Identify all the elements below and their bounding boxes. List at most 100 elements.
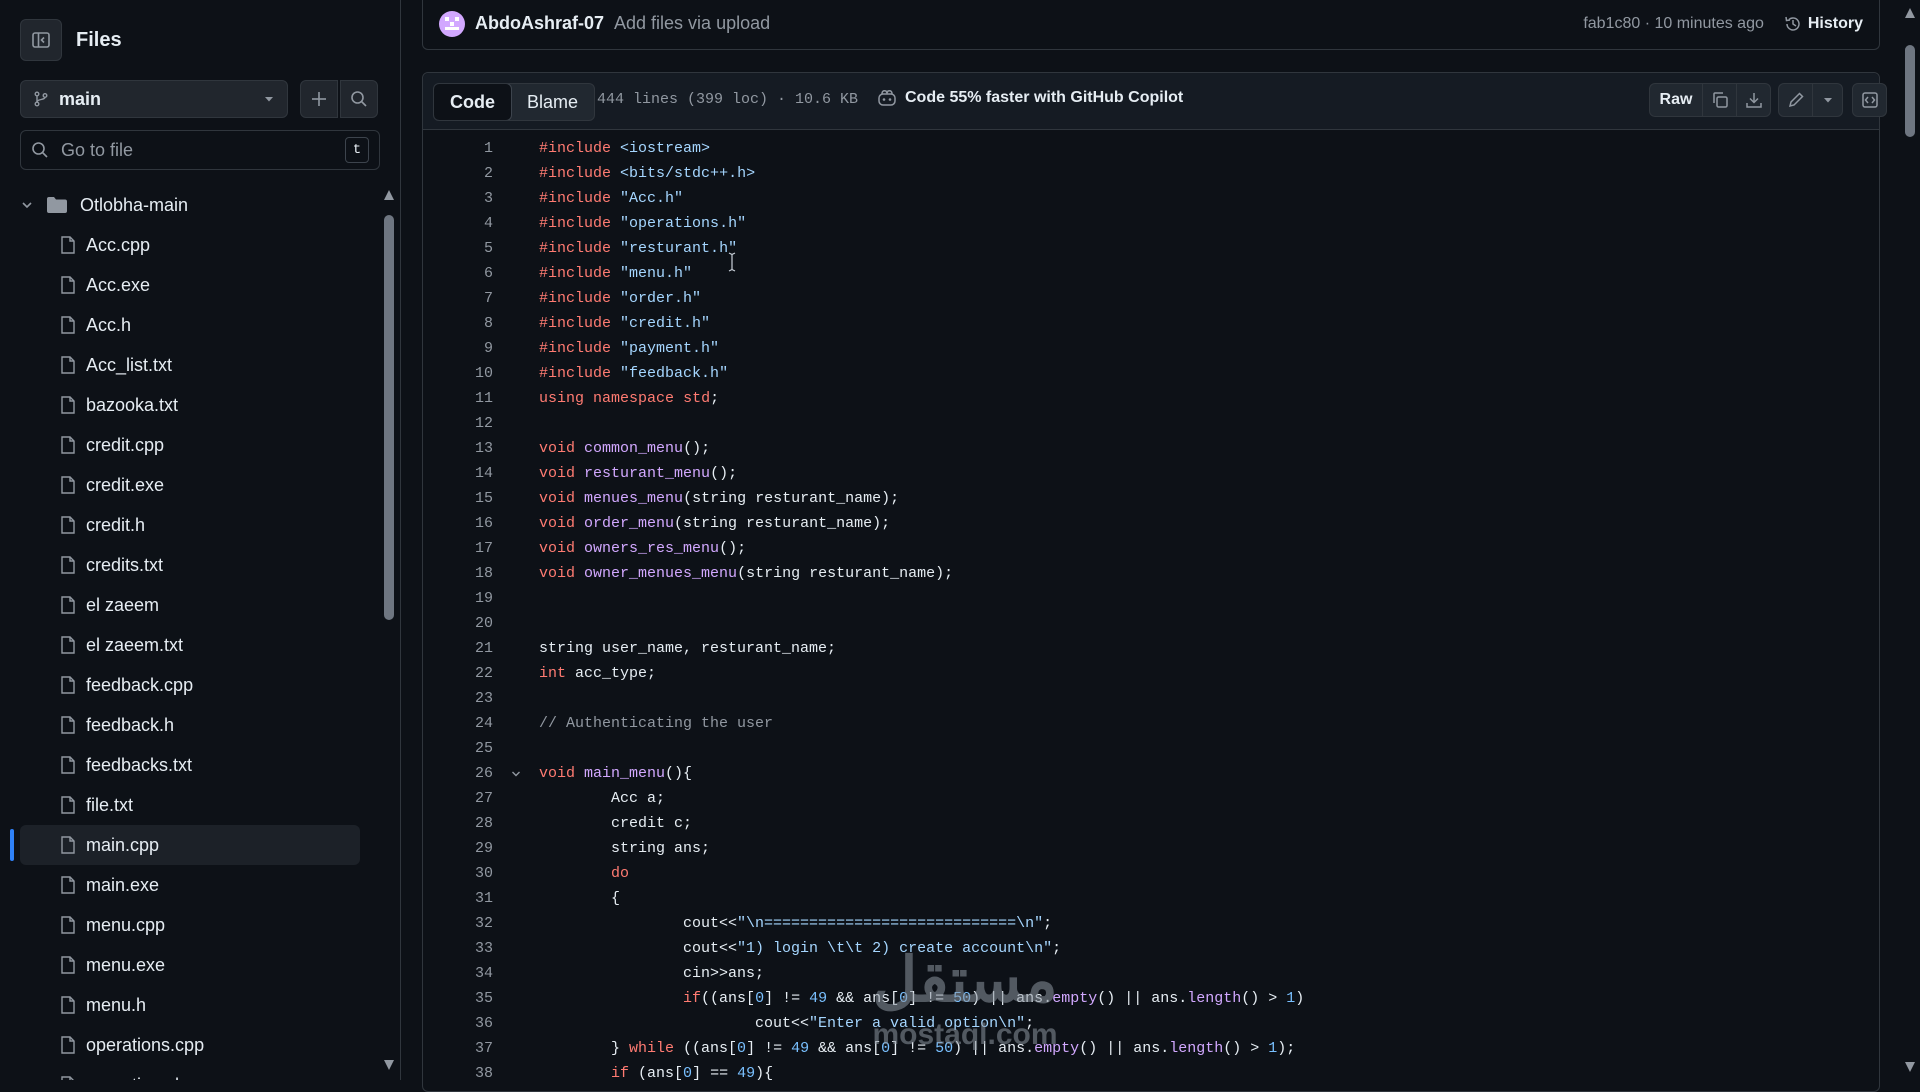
line-number[interactable]: 5 <box>423 240 493 257</box>
code-line[interactable]: 18 void owner_menues_menu(string resturan… <box>423 561 1879 586</box>
line-number[interactable]: 26 <box>423 765 493 782</box>
line-number[interactable]: 18 <box>423 565 493 582</box>
code-line[interactable]: 27 Acc a; <box>423 786 1879 811</box>
line-number[interactable]: 28 <box>423 815 493 832</box>
line-number[interactable]: 35 <box>423 990 493 1007</box>
code-line[interactable]: 36 cout<<"Enter a valid option\n"; <box>423 1011 1879 1036</box>
go-to-file-box[interactable]: t <box>20 130 380 170</box>
code-line[interactable]: 11 using namespace std; <box>423 386 1879 411</box>
commit-message[interactable]: Add files via upload <box>614 13 770 34</box>
tree-file-item[interactable]: menu.h <box>20 985 360 1025</box>
code-line[interactable]: 26 void main_menu(){ <box>423 761 1879 786</box>
line-number[interactable]: 2 <box>423 165 493 182</box>
code-line[interactable]: 38 if (ans[0] == 49){ <box>423 1061 1879 1086</box>
line-number[interactable]: 22 <box>423 665 493 682</box>
line-number[interactable]: 24 <box>423 715 493 732</box>
line-number[interactable]: 8 <box>423 315 493 332</box>
line-number[interactable]: 36 <box>423 1015 493 1032</box>
line-number[interactable]: 15 <box>423 490 493 507</box>
tree-file-item[interactable]: menu.exe <box>20 945 360 985</box>
code-line[interactable]: 28 credit c; <box>423 811 1879 836</box>
code-line[interactable]: 17 void owners_res_menu(); <box>423 536 1879 561</box>
line-number[interactable]: 38 <box>423 1065 493 1082</box>
code-line[interactable]: 24 // Authenticating the user <box>423 711 1879 736</box>
code-line[interactable]: 1 #include <iostream> <box>423 136 1879 161</box>
tree-file-item[interactable]: Acc.cpp <box>20 225 360 265</box>
line-number[interactable]: 33 <box>423 940 493 957</box>
scroll-down-arrow-icon[interactable] <box>384 1060 394 1070</box>
tree-file-item[interactable]: menu.cpp <box>20 905 360 945</box>
copy-raw-button[interactable] <box>1702 83 1737 117</box>
code-line[interactable]: 34 cin>>ans; <box>423 961 1879 986</box>
line-number[interactable]: 3 <box>423 190 493 207</box>
tree-file-item[interactable]: credit.cpp <box>20 425 360 465</box>
code-line[interactable]: 25 <box>423 736 1879 761</box>
symbols-panel-button[interactable] <box>1852 83 1887 117</box>
edit-file-button[interactable] <box>1778 83 1813 117</box>
tree-file-item[interactable]: feedback.cpp <box>20 665 360 705</box>
tree-file-item[interactable]: credits.txt <box>20 545 360 585</box>
go-to-file-input[interactable] <box>59 138 345 162</box>
file-tree-scrollbar[interactable] <box>382 190 396 1070</box>
tree-file-item[interactable]: bazooka.txt <box>20 385 360 425</box>
tree-file-item[interactable]: feedbacks.txt <box>20 745 360 785</box>
code-line[interactable]: 30 do <box>423 861 1879 886</box>
code-line[interactable]: 10 #include "feedback.h" <box>423 361 1879 386</box>
line-number[interactable]: 34 <box>423 965 493 982</box>
scroll-down-arrow-icon[interactable] <box>1905 1062 1915 1072</box>
code-line[interactable]: 20 <box>423 611 1879 636</box>
line-number[interactable]: 9 <box>423 340 493 357</box>
line-number[interactable]: 7 <box>423 290 493 307</box>
tree-file-item[interactable]: feedback.h <box>20 705 360 745</box>
tab-blame[interactable]: Blame <box>511 84 594 120</box>
line-number[interactable]: 27 <box>423 790 493 807</box>
commit-sha-time[interactable]: fab1c80 · 10 minutes ago <box>1583 15 1764 33</box>
line-number[interactable]: 6 <box>423 265 493 282</box>
line-number[interactable]: 30 <box>423 865 493 882</box>
commit-author[interactable]: AbdoAshraf-07 <box>475 13 604 34</box>
code-line[interactable]: 32 cout<<"\n============================… <box>423 911 1879 936</box>
tree-file-item[interactable]: main.cpp <box>20 825 360 865</box>
line-number[interactable]: 4 <box>423 215 493 232</box>
copilot-promo-link[interactable]: Code 55% faster with GitHub Copilot <box>877 89 1183 107</box>
page-scrollbar-thumb[interactable] <box>1905 45 1915 137</box>
scroll-up-arrow-icon[interactable] <box>384 190 394 200</box>
line-number[interactable]: 10 <box>423 365 493 382</box>
tree-file-item[interactable]: main.exe <box>20 865 360 905</box>
line-number[interactable]: 16 <box>423 515 493 532</box>
code-line[interactable]: 23 <box>423 686 1879 711</box>
code-line[interactable]: 6 #include "menu.h" <box>423 261 1879 286</box>
avatar[interactable] <box>439 10 465 37</box>
line-number[interactable]: 32 <box>423 915 493 932</box>
history-button[interactable]: History <box>1784 15 1863 33</box>
line-number[interactable]: 29 <box>423 840 493 857</box>
tree-file-item[interactable]: Acc_list.txt <box>20 345 360 385</box>
tree-file-item[interactable]: operations.cpp <box>20 1025 360 1065</box>
line-number[interactable]: 19 <box>423 590 493 607</box>
tab-code[interactable]: Code <box>434 84 512 120</box>
code-line[interactable]: 16 void order_menu(string resturant_name)… <box>423 511 1879 536</box>
tree-file-item[interactable]: credit.exe <box>20 465 360 505</box>
code-line[interactable]: 35 if((ans[0] != 49 && ans[0] != 50) || … <box>423 986 1879 1011</box>
line-number[interactable]: 13 <box>423 440 493 457</box>
collapse-sidebar-button[interactable] <box>20 19 62 61</box>
code-line[interactable]: 9 #include "payment.h" <box>423 336 1879 361</box>
code-line[interactable]: 5 #include "resturant.h" <box>423 236 1879 261</box>
code-line[interactable]: 7 #include "order.h" <box>423 286 1879 311</box>
code-line[interactable]: 13 void common_menu(); <box>423 436 1879 461</box>
tree-file-item[interactable]: Acc.exe <box>20 265 360 305</box>
fold-gutter[interactable] <box>503 768 529 780</box>
line-number[interactable]: 25 <box>423 740 493 757</box>
search-repo-button[interactable] <box>340 80 378 118</box>
edit-options-dropdown[interactable] <box>1812 83 1843 117</box>
line-number[interactable]: 11 <box>423 390 493 407</box>
branch-selector[interactable]: main <box>20 80 288 118</box>
tree-file-item[interactable]: Acc.h <box>20 305 360 345</box>
code-line[interactable]: 15 void menues_menu(string resturant_name… <box>423 486 1879 511</box>
line-number[interactable]: 14 <box>423 465 493 482</box>
code-line[interactable]: 12 <box>423 411 1879 436</box>
line-number[interactable]: 21 <box>423 640 493 657</box>
line-number[interactable]: 31 <box>423 890 493 907</box>
line-number[interactable]: 12 <box>423 415 493 432</box>
code-line[interactable]: 22 int acc_type; <box>423 661 1879 686</box>
